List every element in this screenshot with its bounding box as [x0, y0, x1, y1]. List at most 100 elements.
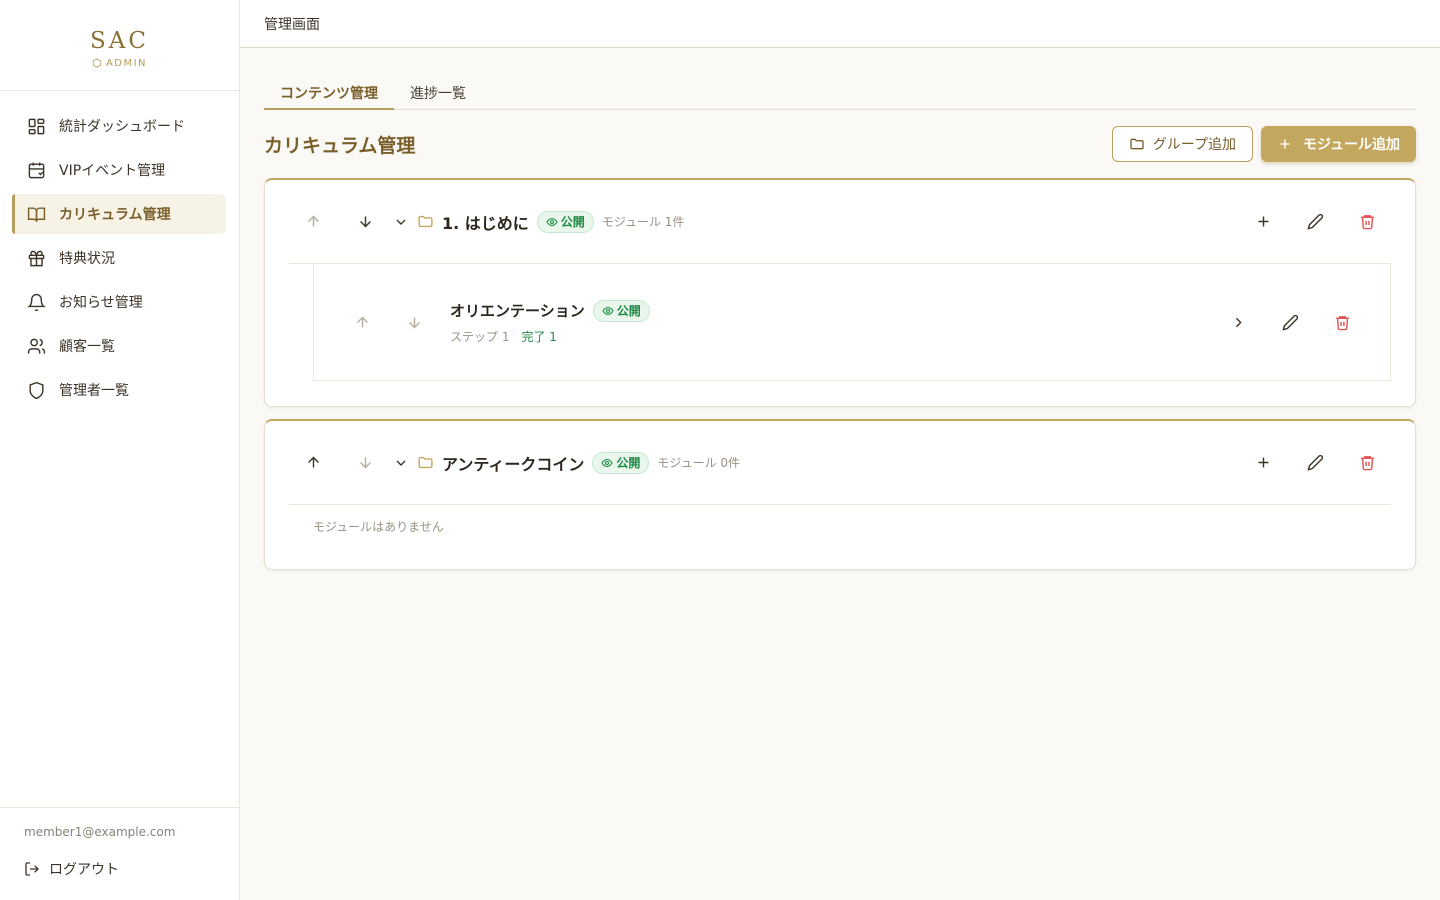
sidebar-item-vip-events[interactable]: VIPイベント管理 [12, 150, 226, 190]
move-down-button[interactable] [341, 445, 389, 481]
brand-subtitle-text: ADMIN [105, 57, 148, 69]
sidebar: SAC ADMIN 統計ダッシュボード VIPイベント管理 カリキュラム管理 特… [0, 0, 240, 900]
sidebar-footer: member1@example.com ログアウト [0, 807, 239, 900]
folder-icon [1130, 138, 1144, 150]
module-move-down-button[interactable] [390, 304, 438, 340]
trash-icon [1360, 456, 1374, 471]
brand-logo: SAC ADMIN [0, 0, 239, 91]
delete-group-button[interactable] [1343, 204, 1391, 240]
module-info: オリエンテーション 公開 ステップ 1 完了 1 [450, 299, 650, 345]
shield-icon [29, 381, 44, 399]
folder-icon [417, 454, 434, 471]
add-module-to-group-button[interactable] [1239, 204, 1287, 240]
empty-modules-text: モジュールはありません [313, 520, 444, 534]
gift-icon [28, 250, 45, 266]
page-actions: グループ追加 モジュール追加 [1111, 126, 1416, 162]
module-count: モジュール 0件 [657, 456, 741, 470]
main-content: コンテンツ管理 進捗一覧 カリキュラム管理 グループ追加 モジュール追加 1. … [264, 48, 1416, 570]
plus-icon [1258, 457, 1268, 468]
eye-icon [601, 458, 614, 467]
trash-icon [1360, 215, 1374, 230]
module-count: モジュール 1件 [601, 215, 685, 229]
status-badge: 公開 [592, 451, 650, 474]
status-badge: 公開 [592, 299, 650, 322]
sidebar-item-benefits[interactable]: 特典状況 [12, 238, 226, 278]
user-email: member1@example.com [24, 825, 176, 839]
logout-label: ログアウト [49, 862, 119, 878]
collapse-toggle[interactable] [389, 455, 413, 471]
plus-icon [1258, 216, 1268, 227]
plus-icon [1280, 139, 1290, 149]
move-up-button[interactable] [289, 445, 337, 481]
add-group-label: グループ追加 [1152, 137, 1236, 153]
folder-icon [417, 213, 434, 230]
bell-icon [27, 293, 46, 311]
edit-module-button[interactable] [1266, 304, 1314, 340]
curriculum-group: アンティークコイン 公開 モジュール 0件 モジュールはありません [264, 419, 1416, 570]
group-header: アンティークコイン 公開 モジュール 0件 [289, 421, 1391, 505]
pencil-icon [1281, 314, 1298, 331]
eye-icon [546, 217, 558, 226]
tab-progress-list[interactable]: 進捗一覧 [394, 76, 482, 109]
status-label: 公開 [616, 304, 641, 318]
trash-icon [1335, 315, 1349, 330]
arrow-down-icon [359, 457, 371, 469]
sidebar-item-label: カリキュラム管理 [59, 207, 171, 223]
module-move-up-button[interactable] [338, 304, 386, 340]
calendar-icon [28, 162, 45, 178]
delete-group-button[interactable] [1343, 445, 1391, 481]
open-module-button[interactable] [1214, 304, 1262, 340]
status-label: 公開 [616, 456, 641, 470]
sidebar-item-label: 統計ダッシュボード [59, 119, 185, 135]
sidebar-item-label: 顧客一覧 [59, 339, 115, 355]
edit-group-button[interactable] [1291, 204, 1339, 240]
module-actions [1214, 304, 1366, 340]
sidebar-item-customers[interactable]: 顧客一覧 [12, 326, 226, 366]
eye-icon [602, 306, 614, 315]
move-down-button[interactable] [341, 204, 389, 240]
arrow-up-icon [307, 456, 319, 468]
sidebar-item-curriculum[interactable]: カリキュラム管理 [12, 194, 226, 234]
sidebar-item-label: VIPイベント管理 [59, 163, 166, 179]
page-title-row: カリキュラム管理 グループ追加 モジュール追加 [264, 126, 1416, 162]
users-icon [27, 338, 46, 354]
arrow-down-icon [408, 317, 420, 328]
add-module-to-group-button[interactable] [1239, 445, 1287, 481]
sidebar-item-label: 管理者一覧 [59, 383, 129, 399]
sidebar-item-dashboard[interactable]: 統計ダッシュボード [12, 106, 226, 146]
add-module-label: モジュール追加 [1302, 137, 1400, 153]
module-row[interactable]: オリエンテーション 公開 ステップ 1 完了 1 [313, 264, 1391, 381]
pencil-icon [1306, 454, 1323, 471]
chevron-down-icon [396, 460, 406, 466]
move-up-button[interactable] [289, 204, 337, 240]
sidebar-item-label: 特典状況 [59, 251, 115, 267]
logout-icon [25, 862, 39, 876]
module-steps: ステップ 1 [450, 329, 510, 344]
logout-button[interactable]: ログアウト [24, 859, 215, 879]
tab-bar: コンテンツ管理 進捗一覧 [264, 76, 1416, 110]
chevron-down-icon [396, 219, 406, 225]
page-title: カリキュラム管理 [264, 134, 416, 157]
group-name: 1. はじめに [442, 213, 529, 233]
sidebar-item-notices[interactable]: お知らせ管理 [12, 282, 226, 322]
group-actions [1239, 445, 1391, 481]
add-group-button[interactable]: グループ追加 [1111, 126, 1253, 162]
tab-content-management[interactable]: コンテンツ管理 [264, 76, 394, 110]
status-label: 公開 [560, 215, 585, 229]
collapse-toggle[interactable] [389, 214, 413, 230]
add-module-button[interactable]: モジュール追加 [1260, 126, 1416, 162]
dashboard-icon [28, 118, 45, 134]
sidebar-item-label: お知らせ管理 [59, 295, 143, 311]
arrow-down-icon [359, 216, 371, 228]
edit-group-button[interactable] [1291, 445, 1339, 481]
arrow-up-icon [356, 316, 368, 327]
delete-module-button[interactable] [1318, 304, 1366, 340]
curriculum-group: 1. はじめに 公開 モジュール 1件 オリエンテーション 公開 ステップ 1 … [264, 178, 1416, 407]
module-name: オリエンテーション [450, 302, 585, 320]
hexagon-icon [92, 58, 102, 68]
group-actions [1239, 204, 1391, 240]
brand-title: SAC [90, 27, 149, 54]
sidebar-nav: 統計ダッシュボード VIPイベント管理 カリキュラム管理 特典状況 お知らせ管理… [0, 91, 239, 410]
sidebar-item-admins[interactable]: 管理者一覧 [12, 370, 226, 410]
header-title: 管理画面 [264, 16, 320, 33]
